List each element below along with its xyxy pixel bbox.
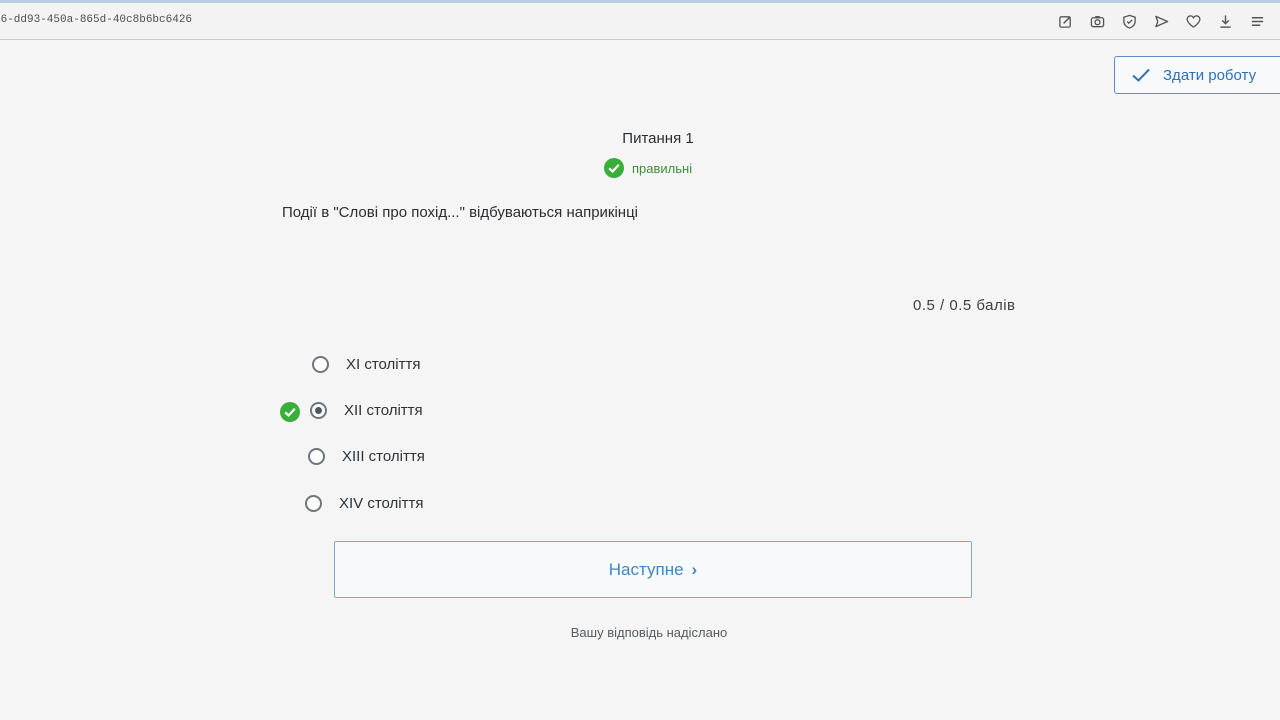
checkmark-icon [1132,68,1150,82]
submit-work-label: Здати роботу [1163,66,1257,84]
answer-option-label: XIV століття [339,495,424,512]
answer-option-label: XIII століття [342,448,425,465]
chevron-right-icon: › [691,559,698,579]
next-button-label: Наступне [608,559,684,579]
answer-status: правильні [604,158,692,178]
answer-option-3[interactable]: XIII століття [308,448,425,465]
toolbar-icons [1056,12,1266,30]
radio-button-selected[interactable] [310,402,327,419]
browser-toolbar: 46-dd93-450a-865d-40c8b6bc6426 [0,0,1280,40]
menu-icon[interactable] [1248,12,1266,30]
submit-work-button[interactable]: Здати роботу [1114,56,1280,94]
answer-option-label: XI століття [346,356,421,373]
question-text: Події в "Слові про похід..." відбуваютьс… [282,204,639,221]
radio-button[interactable] [312,356,329,373]
answer-status-text: правильні [632,160,693,176]
answer-option-4[interactable]: XIV століття [305,495,424,512]
question-title: Питання 1 [622,130,694,147]
question-score: 0.5 / 0.5 балів [913,297,1016,314]
answer-sent-message: Вашу відповідь надіслано [570,625,728,640]
radio-button[interactable] [305,495,322,512]
camera-icon[interactable] [1088,12,1106,30]
send-icon[interactable] [1152,12,1170,30]
shield-icon[interactable] [1120,12,1138,30]
correct-check-icon [604,158,624,178]
radio-button[interactable] [308,448,325,465]
next-button[interactable]: Наступне › [334,541,972,598]
edit-icon[interactable] [1056,12,1074,30]
correct-answer-icon [280,402,300,422]
answer-option-2[interactable]: XII століття [310,402,423,419]
download-icon[interactable] [1216,12,1234,30]
answer-option-1[interactable]: XI століття [312,356,421,373]
heart-icon[interactable] [1184,12,1202,30]
url-text[interactable]: 46-dd93-450a-865d-40c8b6bc6426 [0,14,192,26]
answer-option-label: XII століття [344,402,423,419]
